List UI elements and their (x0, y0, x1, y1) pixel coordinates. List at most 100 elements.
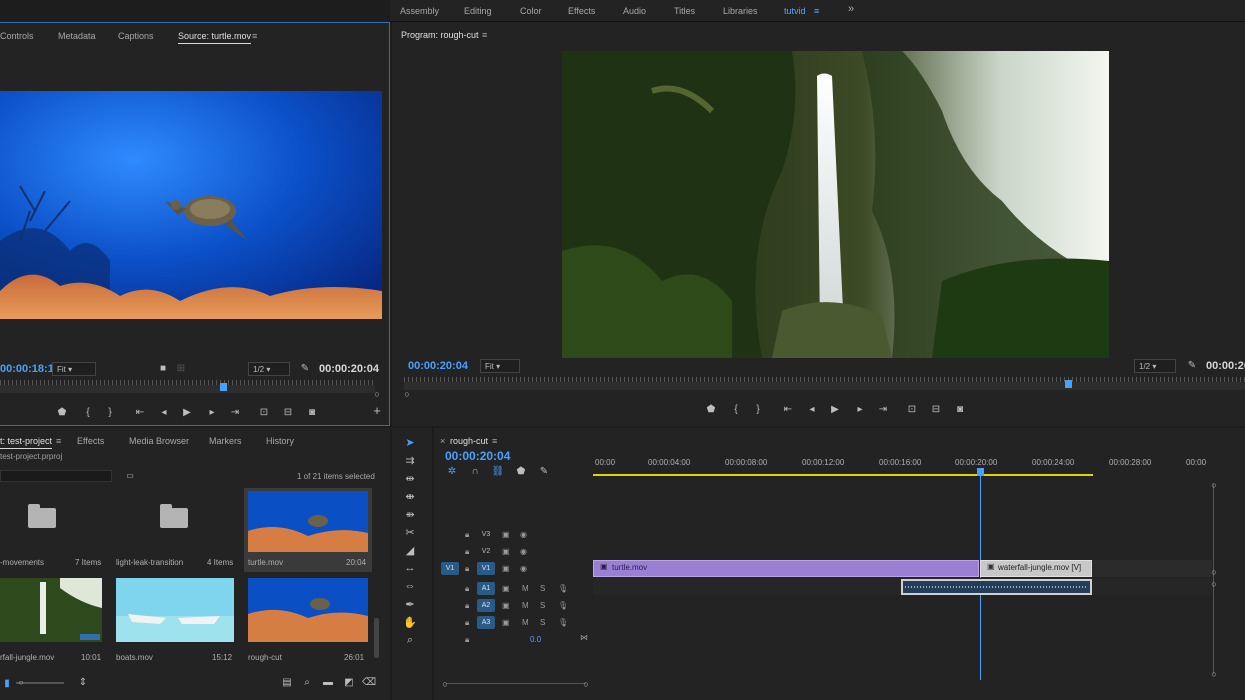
mic-icon[interactable]: 🎙︎ (558, 584, 568, 593)
project-scrollbar[interactable] (374, 618, 379, 658)
sync-lock-icon[interactable]: ▣ (502, 601, 510, 610)
bin-item[interactable]: -movements 7 Items (0, 490, 106, 570)
nest-toggle-icon[interactable]: ✲ (445, 466, 459, 478)
timeline-ruler[interactable]: 00:00 00:00:04:00 00:00:08:00 00:00:12:0… (593, 452, 1211, 474)
eye-icon[interactable]: ◉ (520, 547, 527, 556)
program-menu-icon[interactable]: ≡ (482, 30, 487, 40)
tab-effects[interactable]: Effects (77, 436, 104, 446)
lock-icon[interactable]: 🔒︎ (465, 530, 469, 540)
mute-button[interactable]: M (522, 601, 529, 610)
lock-icon[interactable]: 🔒︎ (465, 547, 469, 557)
workspace-tutvid[interactable]: tutvid (784, 6, 806, 16)
track-v1-label[interactable]: V1 (477, 562, 495, 575)
razor-tool-icon[interactable]: ✂ (402, 526, 418, 539)
lift-icon[interactable]: ⊡ (905, 404, 919, 416)
camera-icon[interactable]: ◙ (305, 407, 319, 419)
safe-margins-icon[interactable]: ⊞ (174, 363, 188, 375)
go-to-in-icon[interactable]: ⇤ (133, 407, 147, 419)
list-view-icon[interactable]: ▮ (0, 678, 14, 690)
hand-tool-icon[interactable]: ✋ (402, 616, 418, 629)
track-v3-label[interactable]: V3 (477, 528, 495, 541)
snap-icon[interactable]: ∩ (468, 466, 482, 478)
wrench-icon[interactable]: ✎ (298, 363, 312, 375)
clip-turtle[interactable]: ▣ turtle.mov (593, 560, 979, 577)
source-patch-v1[interactable]: V1 (441, 562, 459, 575)
close-sequence-icon[interactable]: × (440, 436, 445, 446)
scroll-handle[interactable]: ○ (1207, 566, 1221, 578)
workspace-libraries[interactable]: Libraries (723, 6, 758, 16)
rolling-edit-tool-icon[interactable]: ⇼ (402, 490, 418, 503)
ripple-edit-tool-icon[interactable]: ⇹ (402, 472, 418, 485)
go-to-out-icon[interactable]: ⇥ (228, 407, 242, 419)
sync-lock-icon[interactable]: ▣ (502, 564, 510, 573)
source-playhead[interactable] (220, 383, 227, 391)
filter-bin-icon[interactable]: ▭ (123, 470, 137, 482)
add-button[interactable]: + (370, 404, 384, 417)
export-frame-icon[interactable]: ◙ (953, 404, 967, 416)
project-search-input[interactable] (0, 470, 112, 482)
project-menu-icon[interactable]: ≡ (56, 436, 61, 446)
trash-icon[interactable]: ⌫ (362, 677, 376, 689)
mute-button[interactable]: M (522, 618, 529, 627)
mute-button[interactable]: M (522, 584, 529, 593)
workspace-overflow-button[interactable]: » (848, 3, 854, 15)
solo-button[interactable]: S (540, 618, 545, 627)
media-item[interactable]: boats.mov 15:12 (114, 578, 236, 662)
mic-icon[interactable]: 🎙︎ (558, 618, 568, 627)
source-current-timecode[interactable]: 00:00:18:13 (0, 363, 60, 375)
program-fit-dropdown[interactable]: Fit ▾ (480, 359, 520, 373)
step-forward-icon[interactable]: ▸ (205, 407, 219, 419)
eye-icon[interactable]: ◉ (520, 530, 527, 539)
automate-to-sequence-icon[interactable]: ▤ (280, 677, 294, 689)
new-bin-icon[interactable]: ▬ (321, 677, 335, 689)
scroll-handle[interactable]: ○ (1207, 668, 1221, 680)
tab-metadata[interactable]: Metadata (58, 31, 96, 41)
program-in-point-icon[interactable]: { (729, 404, 743, 416)
tab-project[interactable]: t: test-project (0, 436, 53, 449)
pen-tool-icon[interactable]: ✒ (402, 598, 418, 611)
track-a2-label[interactable]: A2 (477, 599, 495, 612)
settings-icon[interactable]: ■ (156, 363, 170, 375)
eye-icon[interactable]: ◉ (520, 564, 527, 573)
program-resolution-dropdown[interactable]: 1/2 ▾ (1134, 359, 1176, 373)
workspace-editing[interactable]: Editing (464, 6, 492, 16)
sync-lock-icon[interactable]: ▣ (502, 530, 510, 539)
program-go-to-in-icon[interactable]: ⇤ (781, 404, 795, 416)
track-a1-label[interactable]: A1 (477, 582, 495, 595)
zoom-tool-icon[interactable]: ⌕ (402, 634, 418, 647)
program-marker-icon[interactable]: ⬟ (704, 404, 718, 416)
timeline-settings-icon[interactable]: ✎ (537, 466, 551, 478)
rate-stretch-tool-icon[interactable]: ⇻ (402, 508, 418, 521)
tab-captions[interactable]: Captions (118, 31, 154, 41)
workspace-audio[interactable]: Audio (623, 6, 646, 16)
sort-icon[interactable]: ⇕ (76, 677, 90, 689)
find-icon[interactable]: ⌕ (300, 677, 314, 689)
sync-lock-icon[interactable]: ▣ (502, 547, 510, 556)
workspace-color[interactable]: Color (520, 6, 542, 16)
scroll-handle[interactable]: ○ (1207, 479, 1221, 491)
zoom-slider-handle[interactable]: ○ (14, 677, 28, 689)
program-scrubber[interactable] (404, 382, 1245, 390)
lock-icon[interactable]: 🔒︎ (465, 584, 469, 594)
track-select-tool-icon[interactable]: ⇉ (402, 454, 418, 467)
clip-waterfall-audio[interactable] (901, 579, 1092, 595)
sync-lock-icon[interactable]: ▣ (502, 618, 510, 627)
workspace-titles[interactable]: Titles (674, 6, 695, 16)
program-wrench-icon[interactable]: ✎ (1185, 360, 1199, 372)
program-current-timecode[interactable]: 00:00:20:04 (408, 360, 468, 372)
source-fit-dropdown[interactable]: Fit ▾ (52, 362, 96, 376)
work-area-bar[interactable] (593, 474, 1093, 476)
extract-icon[interactable]: ⊟ (929, 404, 943, 416)
sequence-tab[interactable]: rough-cut (450, 436, 488, 448)
in-point-icon[interactable]: { (81, 407, 95, 419)
sequence-menu-icon[interactable]: ≡ (492, 436, 497, 446)
tab-media-browser[interactable]: Media Browser (129, 436, 189, 446)
add-marker-icon[interactable]: ⬟ (514, 466, 528, 478)
bin-item[interactable]: light-leak-transition 4 Items (114, 490, 236, 570)
master-level[interactable]: 0.0 (530, 635, 541, 644)
out-point-icon[interactable]: } (103, 407, 117, 419)
workspace-effects[interactable]: Effects (568, 6, 595, 16)
source-scrubber[interactable] (0, 385, 375, 393)
lock-icon[interactable]: 🔒︎ (465, 601, 469, 611)
media-item[interactable]: rfall-jungle.mov 10:01 (0, 578, 106, 662)
